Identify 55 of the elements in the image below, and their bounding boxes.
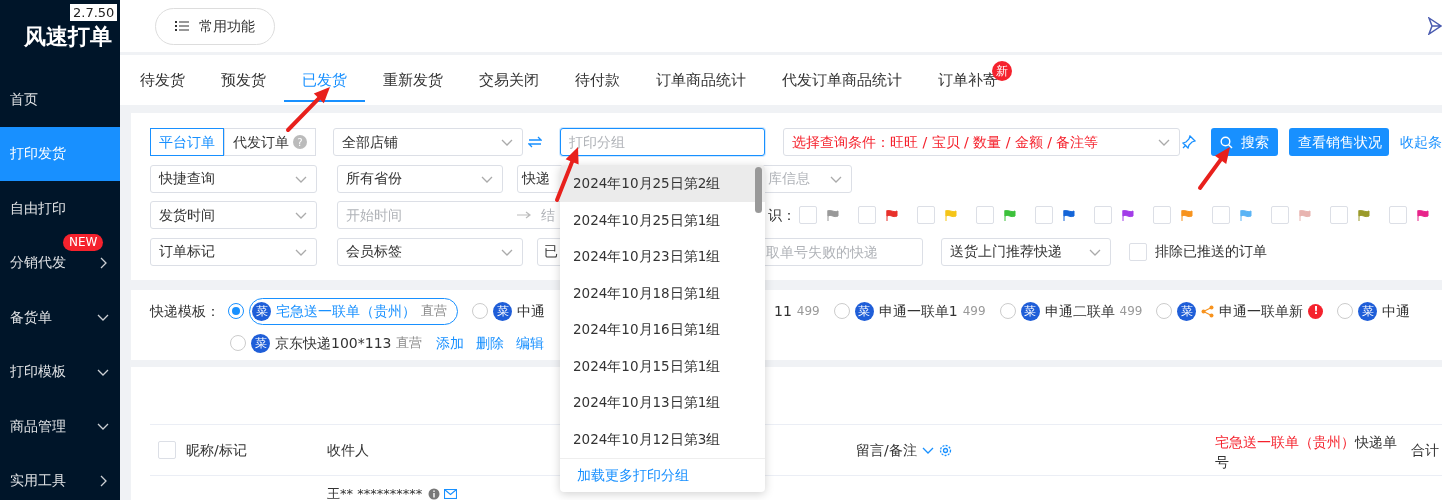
select-value: 送货上门推荐快递 bbox=[950, 242, 1062, 261]
filter-label: 识： bbox=[768, 205, 796, 225]
courier-logo: 菜 bbox=[252, 301, 271, 321]
template-name: 中通 bbox=[517, 301, 545, 321]
receiver-name: 王** ********** bbox=[327, 485, 423, 500]
template-name: 中通 bbox=[1382, 301, 1411, 321]
sidebar-label: 打印模板 bbox=[10, 362, 67, 382]
select-value: 快捷查询 bbox=[159, 169, 215, 188]
select-value: 发货时间 bbox=[159, 205, 215, 225]
new-badge: NEW bbox=[63, 233, 104, 251]
template-count: 499 bbox=[962, 303, 986, 320]
start-date-placeholder: 开始时间 bbox=[346, 205, 403, 225]
sidebar-label: 实用工具 bbox=[10, 471, 67, 491]
help-icon: ? bbox=[293, 135, 307, 149]
select-value: 订单标记 bbox=[159, 242, 215, 261]
template-label: 快递模板： bbox=[150, 301, 220, 321]
end-date-placeholder: 结 bbox=[541, 205, 555, 225]
column-header: 宅急送一联单（贵州）快递单号 bbox=[1215, 433, 1398, 472]
version-badge: 2.7.50 bbox=[70, 4, 118, 21]
select-value: 所有省份 bbox=[346, 169, 402, 188]
app-logo: 风速打单 bbox=[24, 23, 112, 51]
checkbox-label: 排除已推送的订单 bbox=[1155, 242, 1267, 261]
template-name: 宅急送一联单（贵州） bbox=[276, 301, 416, 321]
template-name: 京东快递100*113 bbox=[275, 333, 392, 353]
courier-logo: 菜 bbox=[493, 301, 512, 321]
courier-logo: 菜 bbox=[1020, 301, 1040, 321]
select-value: 快递 bbox=[522, 169, 550, 188]
column-header: 昵称/标记 bbox=[186, 440, 247, 460]
sidebar-label: 打印发货 bbox=[10, 144, 67, 164]
courier-logo: 菜 bbox=[854, 301, 874, 321]
sidebar-label: 自由打印 bbox=[10, 198, 67, 218]
sidebar-label: 商品管理 bbox=[10, 416, 67, 436]
template-count: 499 bbox=[1119, 303, 1143, 320]
select-placeholder: 库信息 bbox=[768, 169, 810, 188]
column-header: 合计 bbox=[1411, 440, 1439, 460]
sidebar-label: 分销代发 bbox=[10, 253, 67, 273]
template-tag: 直营 bbox=[421, 301, 447, 321]
warning-icon: ! bbox=[1308, 303, 1324, 319]
template-tag: 直营 bbox=[396, 333, 423, 353]
column-header: 收件人 bbox=[327, 440, 369, 460]
template-count: 499 bbox=[796, 303, 820, 320]
sidebar-label: 备货单 bbox=[10, 307, 53, 327]
condition-text: 选择查询条件：旺旺 / 宝贝 / 数量 / 金额 / 备注等 bbox=[792, 132, 1099, 152]
sidebar-label: 首页 bbox=[10, 89, 39, 109]
template-name: 11 bbox=[774, 301, 792, 321]
column-header: 留言/备注 bbox=[856, 440, 917, 460]
courier-logo: 菜 bbox=[1177, 301, 1197, 321]
template-name: 申通一联单1 bbox=[878, 301, 958, 321]
select-value: 会员标签 bbox=[346, 242, 402, 261]
courier-logo: 菜 bbox=[1358, 301, 1378, 321]
select-value: 已 bbox=[544, 242, 558, 261]
template-name: 申通二联单 bbox=[1044, 301, 1115, 321]
template-name: 申通一联单新 bbox=[1219, 301, 1304, 321]
courier-logo: 菜 bbox=[251, 333, 270, 353]
select-value: 全部店铺 bbox=[342, 132, 398, 152]
